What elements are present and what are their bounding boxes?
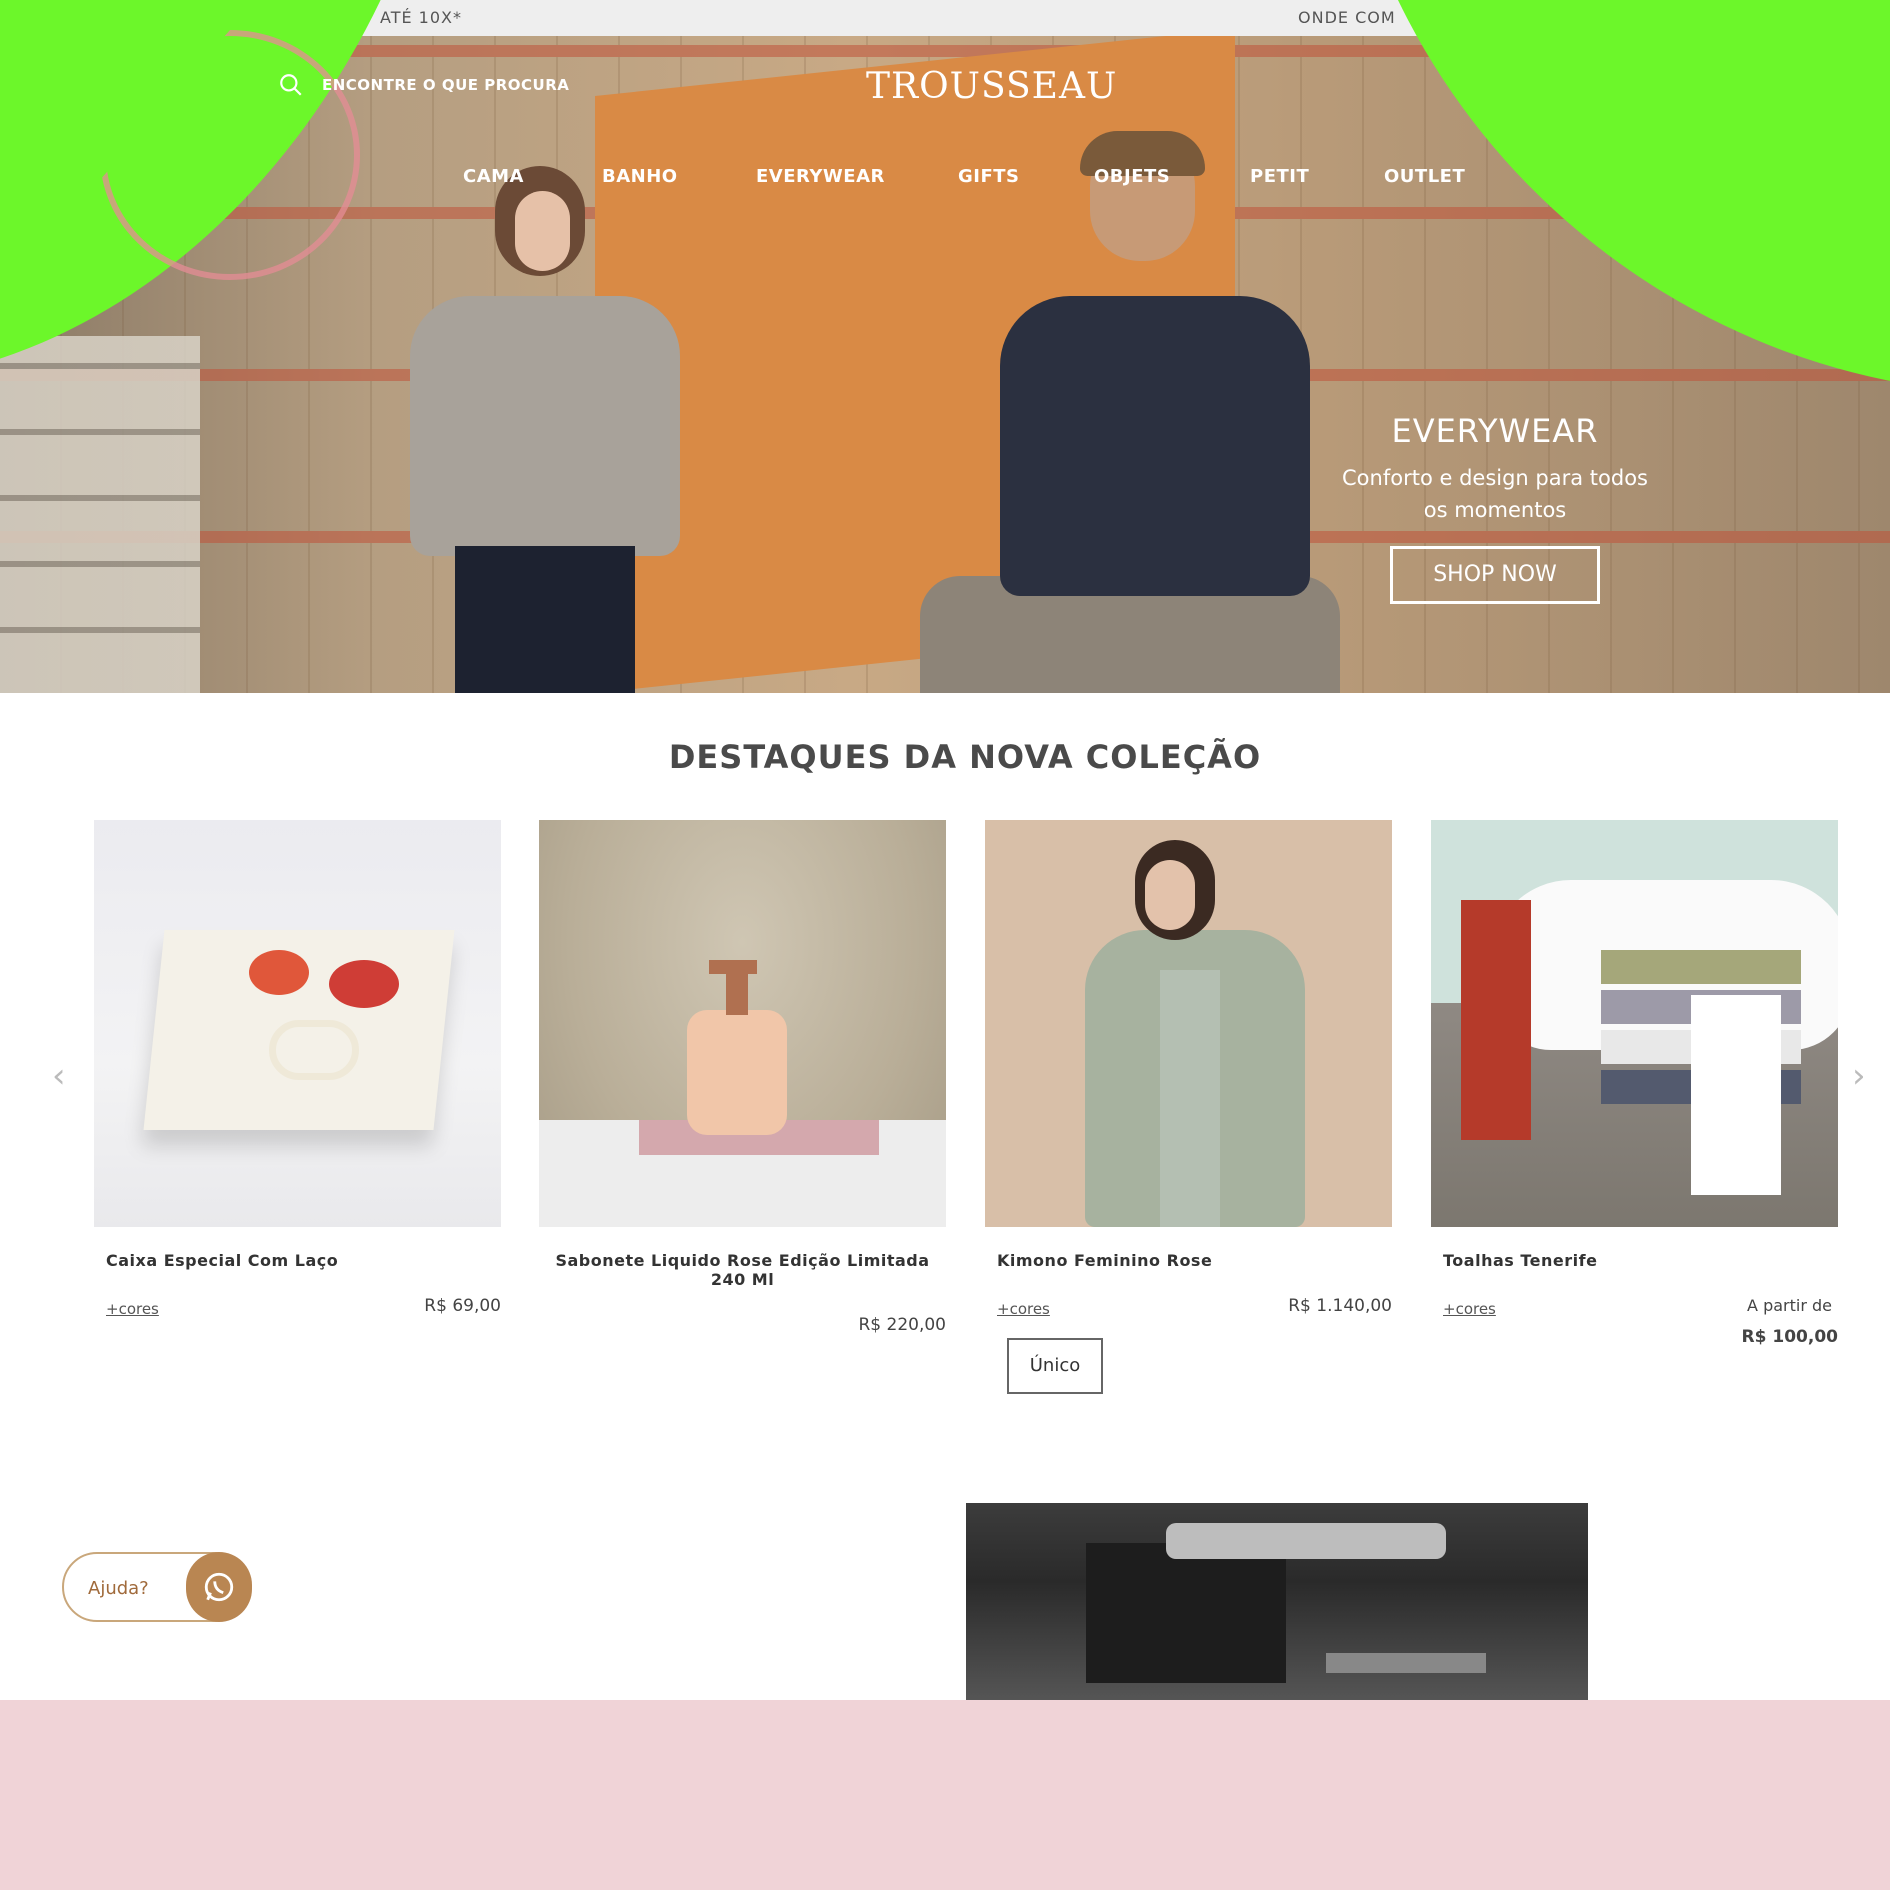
hero-model-man [920, 131, 1340, 693]
product-card[interactable]: Sabonete Liquido Rose Edição Limitada 24… [539, 820, 946, 1335]
search-icon[interactable] [278, 72, 304, 98]
help-chat-widget[interactable]: Ajuda? [62, 1552, 252, 1622]
brand-logo[interactable]: TROUSSEAU [866, 66, 1117, 107]
product-colors-link[interactable]: +cores [997, 1300, 1050, 1318]
product-card[interactable]: Caixa Especial Com Laço +cores R$ 69,00 [94, 820, 501, 1318]
product-image[interactable] [985, 820, 1392, 1227]
announcement-right-link[interactable]: ONDE COM [1298, 8, 1396, 27]
nav-item-objets[interactable]: OBJETS [1094, 166, 1170, 187]
hero-copy: EVERYWEAR Conforto e design para todos o… [1330, 412, 1660, 604]
hero-title: EVERYWEAR [1391, 412, 1599, 450]
search-field[interactable]: ENCONTRE O QUE PROCURA [278, 72, 569, 98]
product-price: R$ 220,00 [858, 1315, 946, 1335]
section-title: DESTAQUES DA NOVA COLEÇÃO [668, 738, 1262, 776]
nav-item-outlet[interactable]: OUTLET [1384, 166, 1465, 187]
product-image[interactable] [94, 820, 501, 1227]
product-name[interactable]: Caixa Especial Com Laço [94, 1251, 501, 1270]
main-navigation: CAMA BANHO EVERYWEAR GIFTS OBJETS PETIT … [0, 166, 1890, 196]
hero-subtitle: Conforto e design para todos os momentos [1342, 466, 1648, 522]
product-name[interactable]: Toalhas Tenerife [1431, 1251, 1838, 1270]
product-colors-link[interactable]: +cores [106, 1300, 159, 1318]
hero-model-woman [400, 166, 690, 693]
product-card[interactable]: Kimono Feminino Rose +cores R$ 1.140,00 … [985, 820, 1392, 1394]
product-image[interactable] [539, 820, 946, 1227]
nav-item-gifts[interactable]: GIFTS [958, 166, 1020, 187]
size-option-badge[interactable]: Único [1007, 1338, 1103, 1394]
shop-now-button[interactable]: SHOP NOW [1390, 546, 1600, 604]
product-colors-link[interactable]: +cores [1443, 1300, 1496, 1318]
nav-item-everywear[interactable]: EVERYWEAR [756, 166, 885, 187]
sewing-machine-image [966, 1503, 1588, 1700]
carousel-prev-arrow-icon[interactable]: ‹ [52, 1056, 66, 1096]
product-price: R$ 100,00 [1741, 1327, 1838, 1347]
search-placeholder[interactable]: ENCONTRE O QUE PROCURA [322, 76, 569, 94]
announcement-left: ATÉ 10X* [380, 8, 462, 27]
price-prefix: A partir de [1747, 1296, 1832, 1315]
nav-item-petit[interactable]: PETIT [1250, 166, 1309, 187]
product-price: R$ 69,00 [424, 1296, 501, 1316]
product-image[interactable] [1431, 820, 1838, 1227]
product-card[interactable]: Toalhas Tenerife +cores A partir de R$ 1… [1431, 820, 1838, 1347]
hero-left-shelf [0, 336, 200, 693]
nav-item-banho[interactable]: BANHO [602, 166, 678, 187]
footer-pink-band [0, 1700, 1890, 1890]
help-label[interactable]: Ajuda? [88, 1578, 149, 1599]
carousel-next-arrow-icon[interactable]: › [1852, 1056, 1866, 1096]
product-name[interactable]: Kimono Feminino Rose [985, 1251, 1392, 1270]
nav-item-cama[interactable]: CAMA [463, 166, 524, 187]
product-name[interactable]: Sabonete Liquido Rose Edição Limitada 24… [539, 1251, 946, 1289]
whatsapp-icon[interactable] [186, 1552, 252, 1622]
product-price: R$ 1.140,00 [1288, 1296, 1392, 1316]
